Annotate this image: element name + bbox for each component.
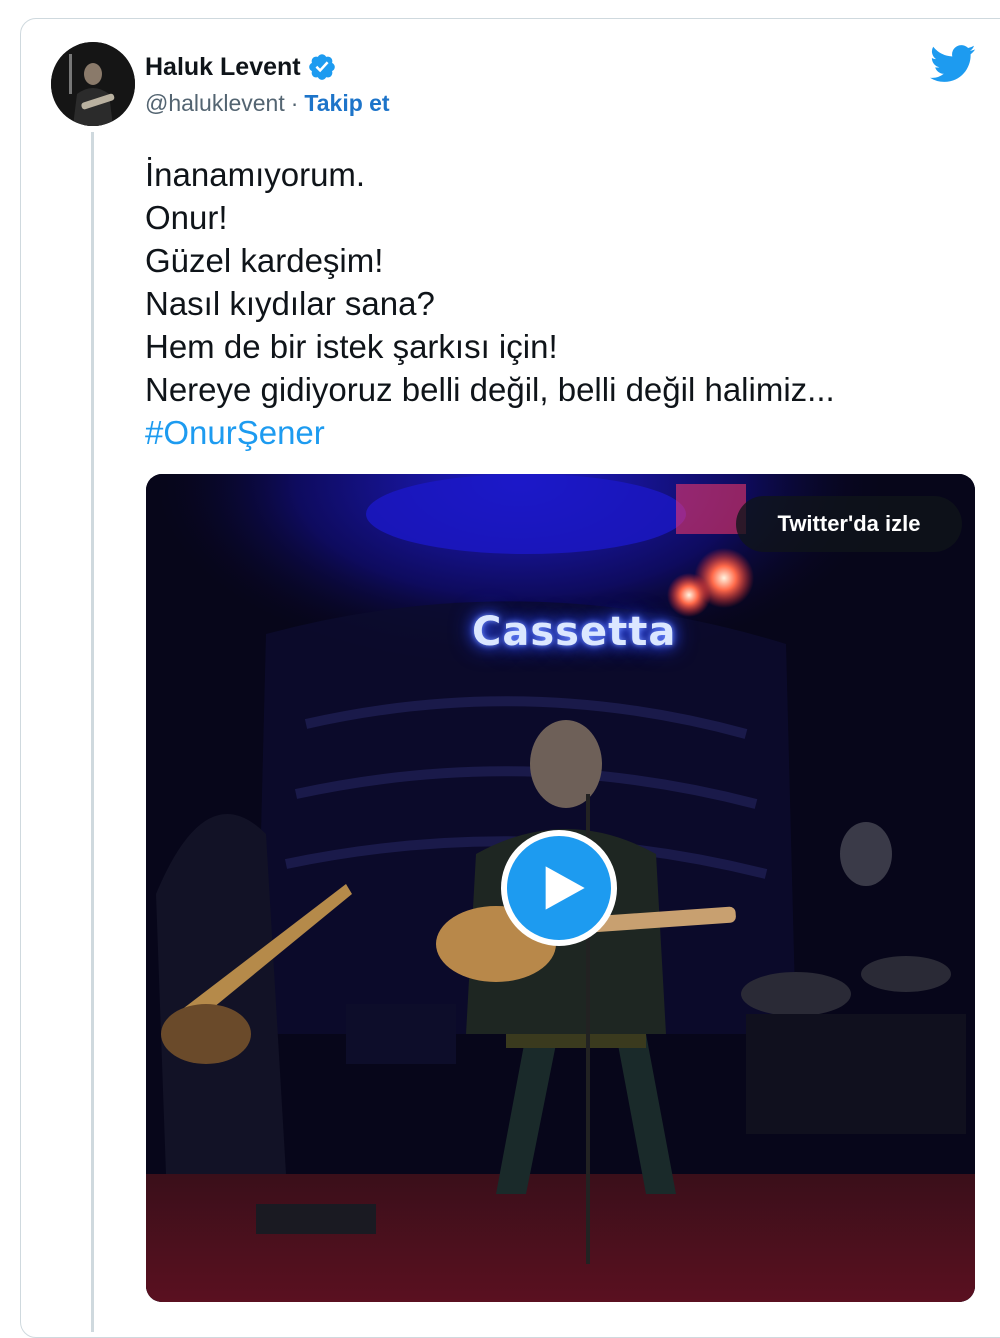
video-player[interactable]: Cassetta Twitter'da izle <box>146 474 975 1302</box>
author-handle-row: @haluklevent · Takip et <box>145 90 390 117</box>
tweet-line: Güzel kardeşim! <box>145 242 384 279</box>
tweet-text: İnanamıyorum. Onur! Güzel kardeşim! Nası… <box>145 153 835 454</box>
tweet-line: Hem de bir istek şarkısı için! <box>145 328 558 365</box>
author-name-row: Haluk Levent <box>145 52 337 82</box>
play-button[interactable] <box>501 830 617 946</box>
author-handle[interactable]: @haluklevent <box>145 90 285 117</box>
avatar[interactable] <box>51 42 135 126</box>
venue-sign-text: Cassetta <box>472 609 677 655</box>
author-display-name[interactable]: Haluk Levent <box>145 53 301 82</box>
tweet-line: Nereye gidiyoruz belli değil, belli deği… <box>145 371 835 408</box>
twitter-bird-icon[interactable] <box>930 44 976 84</box>
tweet-line: İnanamıyorum. <box>145 156 366 193</box>
hashtag-link[interactable]: #OnurŞener <box>145 411 835 454</box>
follow-button[interactable]: Takip et <box>304 90 389 117</box>
watch-on-twitter-button[interactable]: Twitter'da izle <box>736 496 962 552</box>
verified-badge-icon <box>307 52 337 82</box>
tweet-line: Onur! <box>145 199 228 236</box>
thread-line <box>91 132 94 1332</box>
separator-dot: · <box>290 90 299 116</box>
play-icon <box>545 866 585 910</box>
tweet-line: Nasıl kıydılar sana? <box>145 285 435 322</box>
